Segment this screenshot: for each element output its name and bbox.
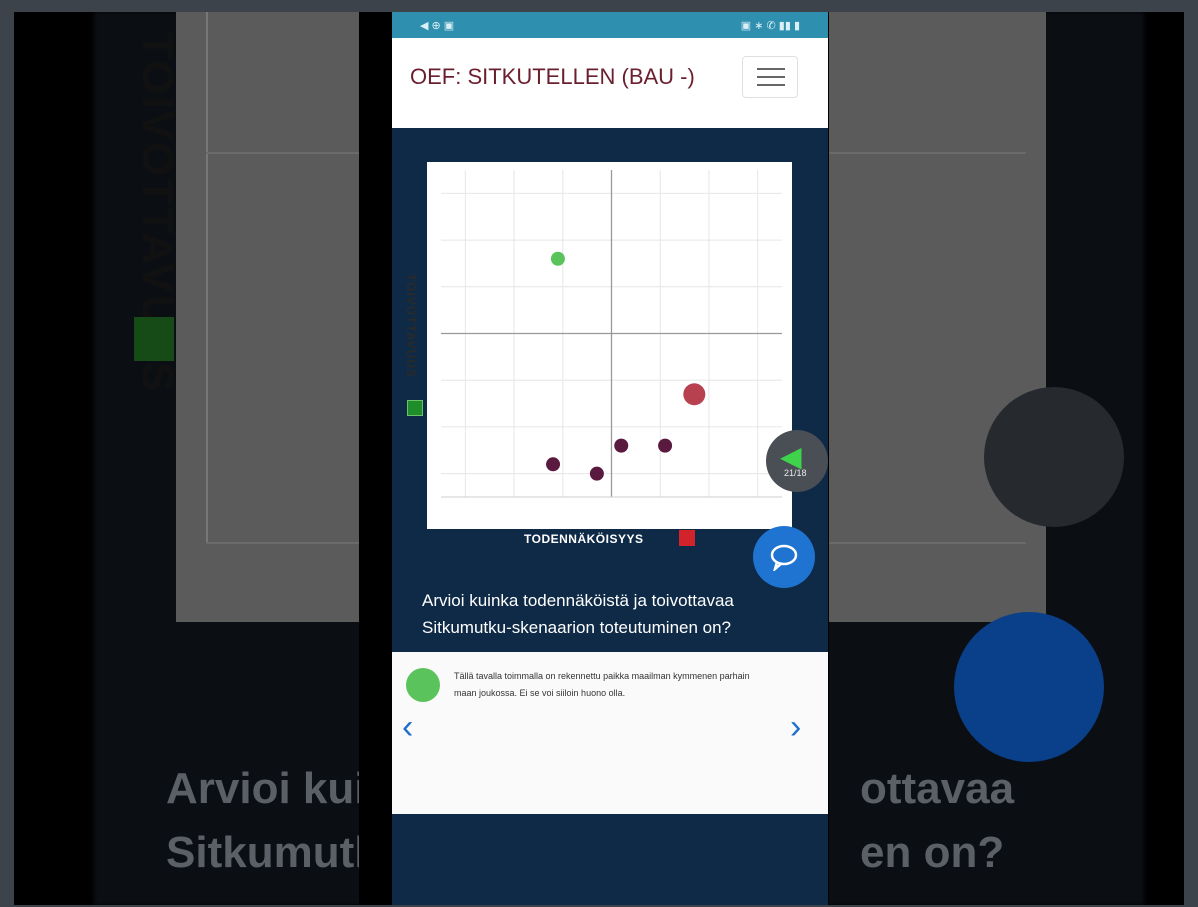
phone-screen: ◀ ⊕ ▣ ▣ ∗ ✆ ▮▮ ▮ OEF: SITKUTELLEN (BAU -… xyxy=(392,12,828,905)
video-area: TOIVOTTAVUUS Arvioi kui Sitkumutk ottava… xyxy=(14,12,1184,905)
chat-bubble-icon xyxy=(770,544,798,571)
data-point xyxy=(658,438,673,453)
background-chat-circle xyxy=(954,612,1104,762)
chart-svg xyxy=(427,162,792,529)
data-point xyxy=(546,457,561,472)
background-question-right: ottavaa en on? xyxy=(860,764,1015,877)
chat-button[interactable] xyxy=(753,526,815,588)
y-axis-label: TOIVOTTAVUUS xyxy=(404,274,418,379)
x-axis-label: TODENNÄKÖISYYS xyxy=(524,532,644,546)
x-axis-legend-square xyxy=(679,530,695,546)
scatter-chart[interactable] xyxy=(427,162,792,529)
page-title: OEF: SITKUTELLEN (BAU -) xyxy=(410,64,695,89)
background-nav-circle xyxy=(984,387,1124,527)
bottom-area xyxy=(392,814,828,905)
chevron-right-icon[interactable]: › xyxy=(790,708,801,747)
app-bar: OEF: SITKUTELLEN (BAU -) xyxy=(392,38,828,128)
status-bar: ◀ ⊕ ▣ ▣ ∗ ✆ ▮▮ ▮ xyxy=(392,12,828,38)
data-point xyxy=(683,383,706,406)
data-point xyxy=(589,466,604,481)
background-question-left: Arvioi kui Sitkumutk xyxy=(166,764,379,877)
video-frame: TOIVOTTAVUUS Arvioi kui Sitkumutk ottava… xyxy=(0,0,1198,907)
y-axis-legend-square xyxy=(407,400,423,416)
comment-card: Tällä tavalla toimmalla on rekennettu pa… xyxy=(392,652,828,814)
hamburger-menu-icon[interactable] xyxy=(742,56,798,98)
status-left-icons: ◀ ⊕ ▣ xyxy=(420,19,455,32)
comment-text: Tällä tavalla toimmalla on rekennettu pa… xyxy=(454,671,750,698)
scenario-count: 21/18 xyxy=(784,468,807,478)
status-right-icons: ▣ ∗ ✆ ▮▮ ▮ xyxy=(740,19,800,32)
green-status-dot xyxy=(406,668,440,702)
chevron-left-icon[interactable]: ‹ xyxy=(402,708,413,747)
data-point xyxy=(550,251,565,266)
phone-frame: ◀ ⊕ ▣ ▣ ∗ ✆ ▮▮ ▮ OEF: SITKUTELLEN (BAU -… xyxy=(359,12,829,905)
question-text: Arvioi kuinka todennäköistä ja toivottav… xyxy=(422,591,734,637)
background-y-label-square xyxy=(134,317,174,361)
data-point xyxy=(614,438,629,453)
